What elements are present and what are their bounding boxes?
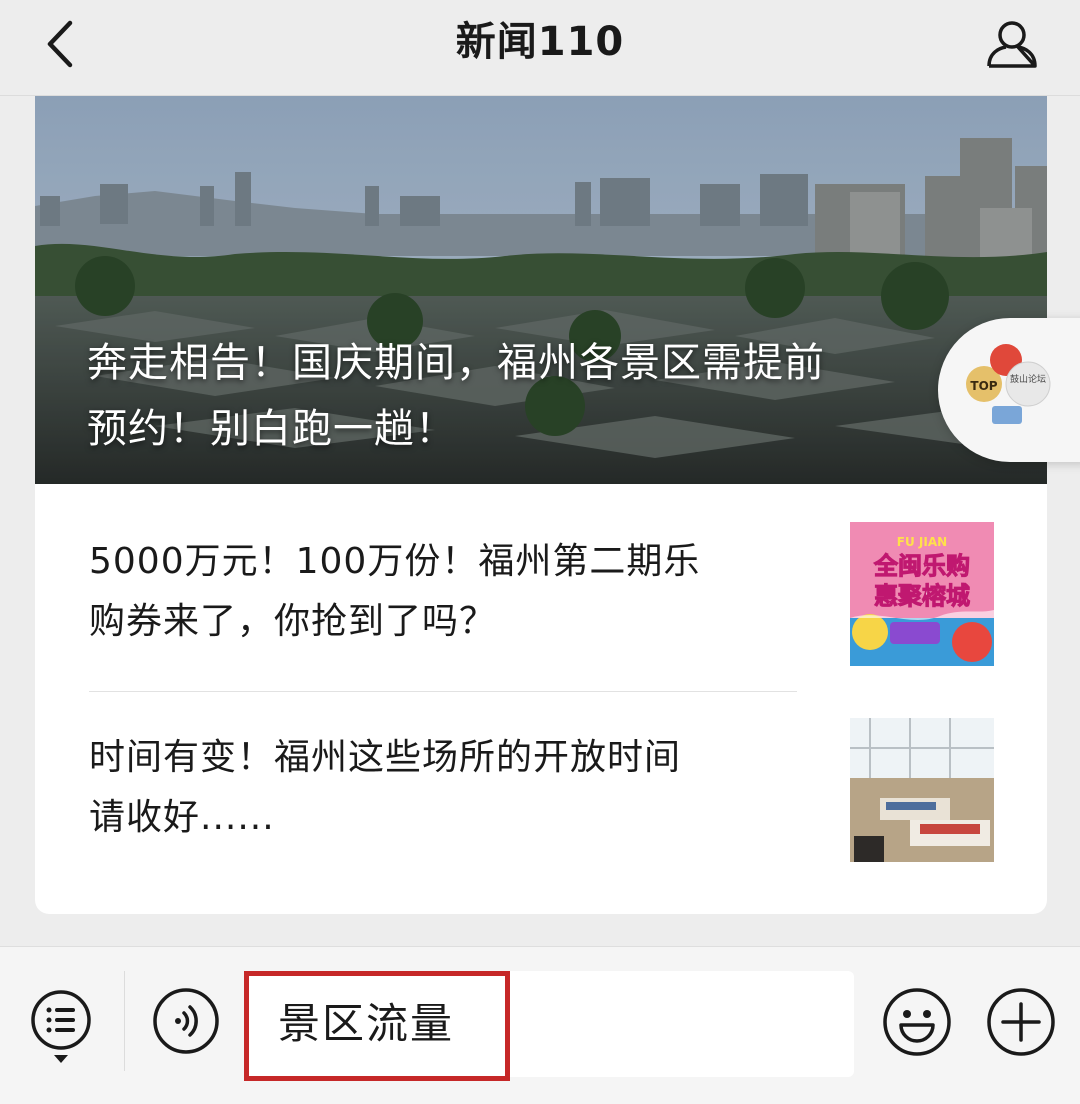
thumb-label-1: 全闽乐购	[873, 552, 970, 580]
hero-article-title: 奔走相告！国庆期间，福州各景区需提前 预约！别白跑一趟！	[87, 330, 967, 462]
news-headline-line: 请收好......	[89, 797, 275, 838]
page-title: 新闻110	[455, 19, 625, 65]
news-headline-line: 5000万元！100万份！福州第二期乐	[89, 541, 701, 582]
badge-top-label: TOP	[970, 379, 997, 393]
more-actions-button[interactable]	[986, 987, 1056, 1057]
smiley-icon	[883, 988, 951, 1056]
news-thumbnail: FU JIAN 全闽乐购 惠聚榕城	[850, 522, 994, 666]
news-item[interactable]: 5000万元！100万份！福州第二期乐 购券来了，你抢到了吗？ FU JIAN …	[35, 496, 1047, 692]
badge-right-label: 鼓山论坛	[1010, 373, 1046, 385]
news-item[interactable]: 时间有变！福州这些场所的开放时间 请收好......	[35, 692, 1047, 888]
news-headline-line: 时间有变！福州这些场所的开放时间	[89, 737, 682, 778]
person-icon	[987, 21, 1037, 68]
profile-button[interactable]	[980, 12, 1044, 76]
plus-icon	[987, 988, 1055, 1056]
news-headline-line: 购券来了，你抢到了吗？	[89, 601, 497, 642]
divider	[124, 971, 125, 1071]
hero-title-line: 预约！别白跑一趟！	[87, 406, 456, 452]
hero-article[interactable]: 奔走相告！国庆期间，福州各景区需提前 预约！别白跑一趟！	[35, 96, 1047, 484]
top-navigation-bar: 新闻110	[0, 0, 1080, 96]
hero-title-line: 奔走相告！国庆期间，福州各景区需提前	[87, 340, 825, 386]
emoji-button[interactable]	[882, 987, 952, 1057]
news-headline: 时间有变！福州这些场所的开放时间 请收好......	[89, 728, 809, 848]
highlight-annotation-box	[244, 971, 510, 1081]
floating-mini-program-badge[interactable]: TOP 鼓山论坛	[938, 318, 1080, 462]
news-thumbnail	[850, 718, 994, 862]
voice-input-button[interactable]	[152, 987, 220, 1055]
list-menu-icon	[31, 990, 91, 1063]
news-headline: 5000万元！100万份！福州第二期乐 购券来了，你抢到了吗？	[89, 532, 809, 652]
menu-toggle-button[interactable]	[28, 987, 94, 1067]
chat-input-bar: 景区流量	[0, 946, 1080, 1104]
thumb-label-2: 惠聚榕城	[874, 582, 970, 610]
article-card: 奔走相告！国庆期间，福州各景区需提前 预约！别白跑一趟！ 5000万元！100万…	[35, 96, 1047, 914]
voice-icon	[153, 988, 219, 1054]
thumb-label-top: FU JIAN	[897, 535, 947, 549]
